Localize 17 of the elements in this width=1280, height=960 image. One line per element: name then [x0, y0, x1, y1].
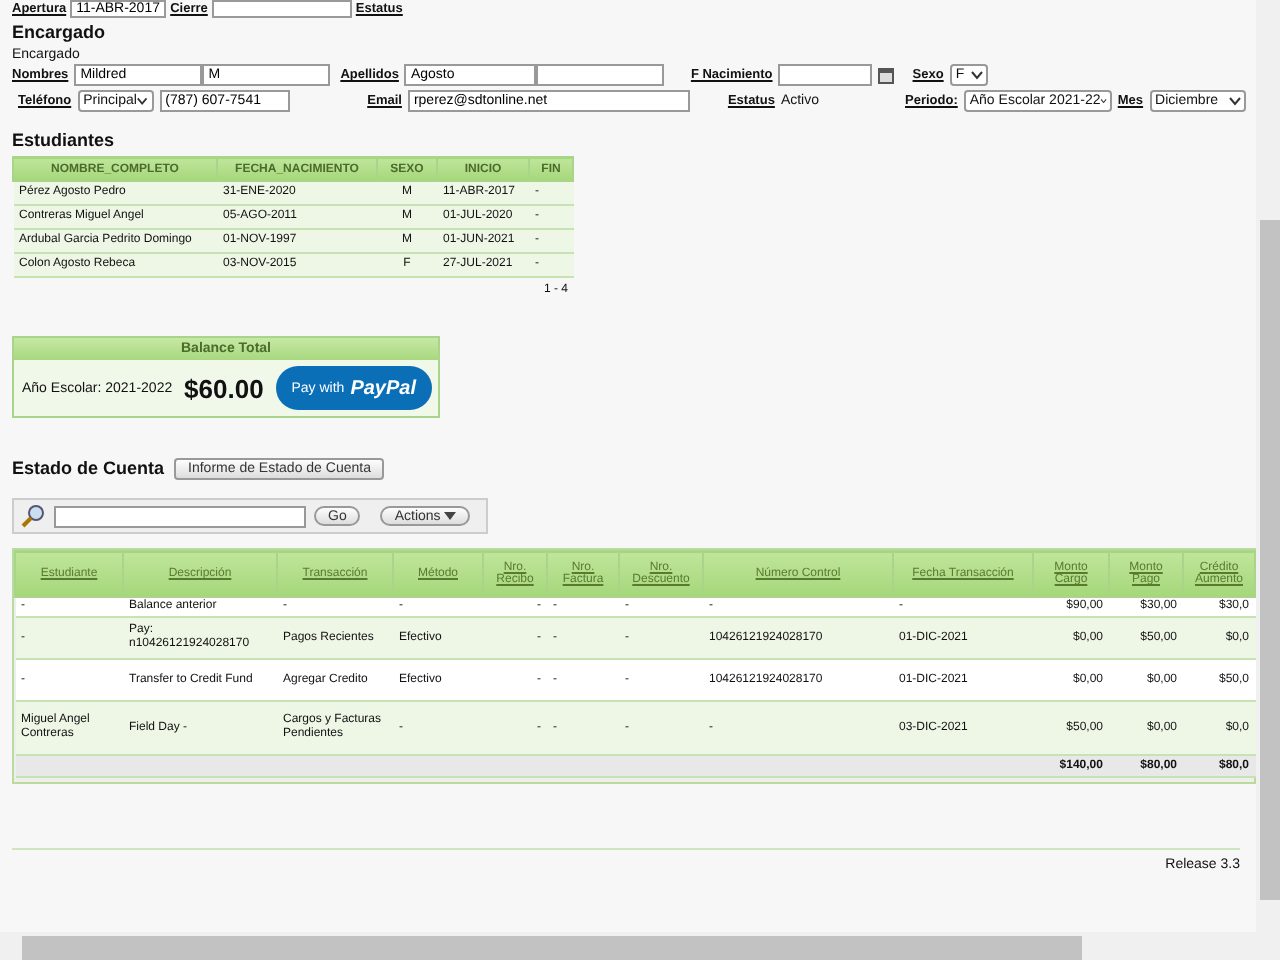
second-surname-input[interactable]	[536, 64, 665, 86]
calendar-icon[interactable]	[878, 67, 895, 83]
section-heading: Estado de Cuenta	[12, 458, 165, 478]
caret-icon	[444, 512, 457, 520]
text-input[interactable]	[211, 0, 352, 18]
caret-icon	[969, 70, 984, 80]
section-heading: Estudiantes	[12, 130, 117, 150]
search-icon[interactable]	[20, 504, 46, 528]
balance-amount: $60.00	[184, 373, 264, 403]
caret-icon	[1227, 96, 1242, 106]
caret-icon	[1100, 96, 1108, 106]
search-field[interactable]	[54, 505, 306, 527]
section-heading: Encargado	[12, 22, 108, 42]
date-input[interactable]	[778, 64, 873, 86]
vertical-scrollbar[interactable]	[1256, 0, 1280, 932]
caret-icon	[136, 96, 150, 106]
horizontal-scrollbar[interactable]	[0, 932, 1280, 960]
